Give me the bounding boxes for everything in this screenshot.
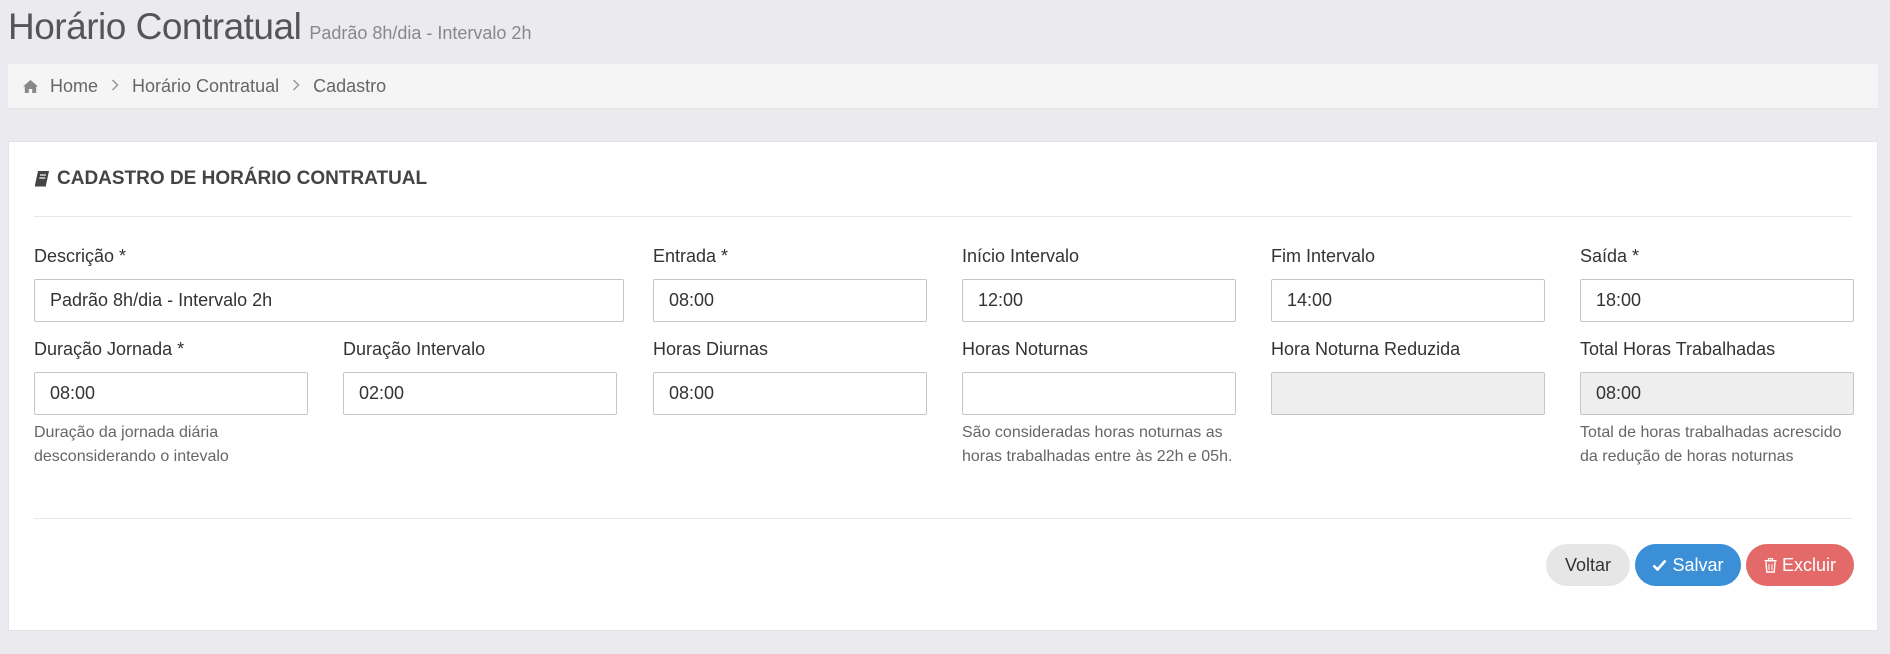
page-subtitle: Padrão 8h/dia - Intervalo 2h <box>309 23 532 43</box>
descricao-label: Descrição * <box>34 246 127 266</box>
entrada-group: Entrada * <box>653 246 927 322</box>
inicio-intervalo-label: Início Intervalo <box>962 246 1080 266</box>
duracao-jornada-help: Duração da jornada diária desconsiderand… <box>34 424 229 465</box>
home-icon <box>22 76 42 96</box>
panel-title: CADASTRO DE HORÁRIO CONTRATUAL <box>57 168 428 189</box>
duracao-jornada-group: Duração Jornada * Duração da jornada diá… <box>34 339 308 465</box>
breadcrumb-cadastro: Cadastro <box>313 75 387 96</box>
duracao-jornada-label: Duração Jornada * <box>34 339 185 359</box>
breadcrumb: Home Horário Contratual Cadastro <box>8 64 1878 109</box>
hora-noturna-reduzida-input <box>1271 372 1545 415</box>
descricao-input[interactable] <box>34 279 624 322</box>
footer-divider <box>34 518 1852 519</box>
trash-icon <box>1764 557 1777 573</box>
excluir-button[interactable]: Excluir <box>1746 544 1854 586</box>
fim-intervalo-label: Fim Intervalo <box>1271 246 1376 266</box>
form-panel: CADASTRO DE HORÁRIO CONTRATUAL Descrição… <box>8 141 1878 631</box>
descricao-group: Descrição * <box>34 246 624 322</box>
page-header: Horário Contratual Padrão 8h/dia - Inter… <box>8 0 531 56</box>
inicio-intervalo-input[interactable] <box>962 279 1236 322</box>
total-horas-group: Total Horas Trabalhadas Total de horas t… <box>1580 339 1854 465</box>
hora-noturna-reduzida-label: Hora Noturna Reduzida <box>1271 339 1461 359</box>
heading-divider <box>34 216 1852 217</box>
horas-diurnas-group: Horas Diurnas <box>653 339 927 415</box>
duracao-jornada-input[interactable] <box>34 372 308 415</box>
page: Horário Contratual Padrão 8h/dia - Inter… <box>0 0 1890 654</box>
chevron-right-icon <box>292 78 300 95</box>
total-horas-label: Total Horas Trabalhadas <box>1580 339 1776 359</box>
voltar-label: Voltar <box>1564 554 1612 575</box>
fim-intervalo-input[interactable] <box>1271 279 1545 322</box>
horas-noturnas-group: Horas Noturnas São consideradas horas no… <box>962 339 1236 465</box>
breadcrumb-home[interactable]: Home <box>50 76 98 97</box>
horas-noturnas-input[interactable] <box>962 372 1236 415</box>
chevron-right-icon <box>111 78 119 95</box>
duracao-intervalo-label: Duração Intervalo <box>343 339 486 359</box>
excluir-label: Excluir <box>1781 554 1836 575</box>
duracao-intervalo-input[interactable] <box>343 372 617 415</box>
inicio-intervalo-group: Início Intervalo <box>962 246 1236 322</box>
panel-heading: CADASTRO DE HORÁRIO CONTRATUAL <box>34 168 427 190</box>
total-horas-help: Total de horas trabalhadas acrescido da … <box>1580 424 1842 465</box>
saida-label: Saída * <box>1580 246 1640 266</box>
check-icon <box>1652 559 1667 571</box>
duracao-intervalo-group: Duração Intervalo <box>343 339 617 415</box>
breadcrumb-horario-contratual[interactable]: Horário Contratual <box>132 76 279 97</box>
total-horas-input <box>1580 372 1854 415</box>
entrada-input[interactable] <box>653 279 927 322</box>
salvar-label: Salvar <box>1672 554 1724 575</box>
voltar-button[interactable]: Voltar <box>1546 544 1630 586</box>
salvar-button[interactable]: Salvar <box>1635 544 1741 586</box>
horas-noturnas-help: São consideradas horas noturnas as horas… <box>962 424 1233 465</box>
horas-noturnas-label: Horas Noturnas <box>962 339 1089 359</box>
page-title: Horário Contratual <box>8 6 302 47</box>
hora-noturna-reduzida-group: Hora Noturna Reduzida <box>1271 339 1545 415</box>
saida-group: Saída * <box>1580 246 1854 322</box>
saida-input[interactable] <box>1580 279 1854 322</box>
horas-diurnas-input[interactable] <box>653 372 927 415</box>
fim-intervalo-group: Fim Intervalo <box>1271 246 1545 322</box>
horas-diurnas-label: Horas Diurnas <box>653 339 769 359</box>
book-icon <box>34 170 50 188</box>
entrada-label: Entrada * <box>653 246 729 266</box>
